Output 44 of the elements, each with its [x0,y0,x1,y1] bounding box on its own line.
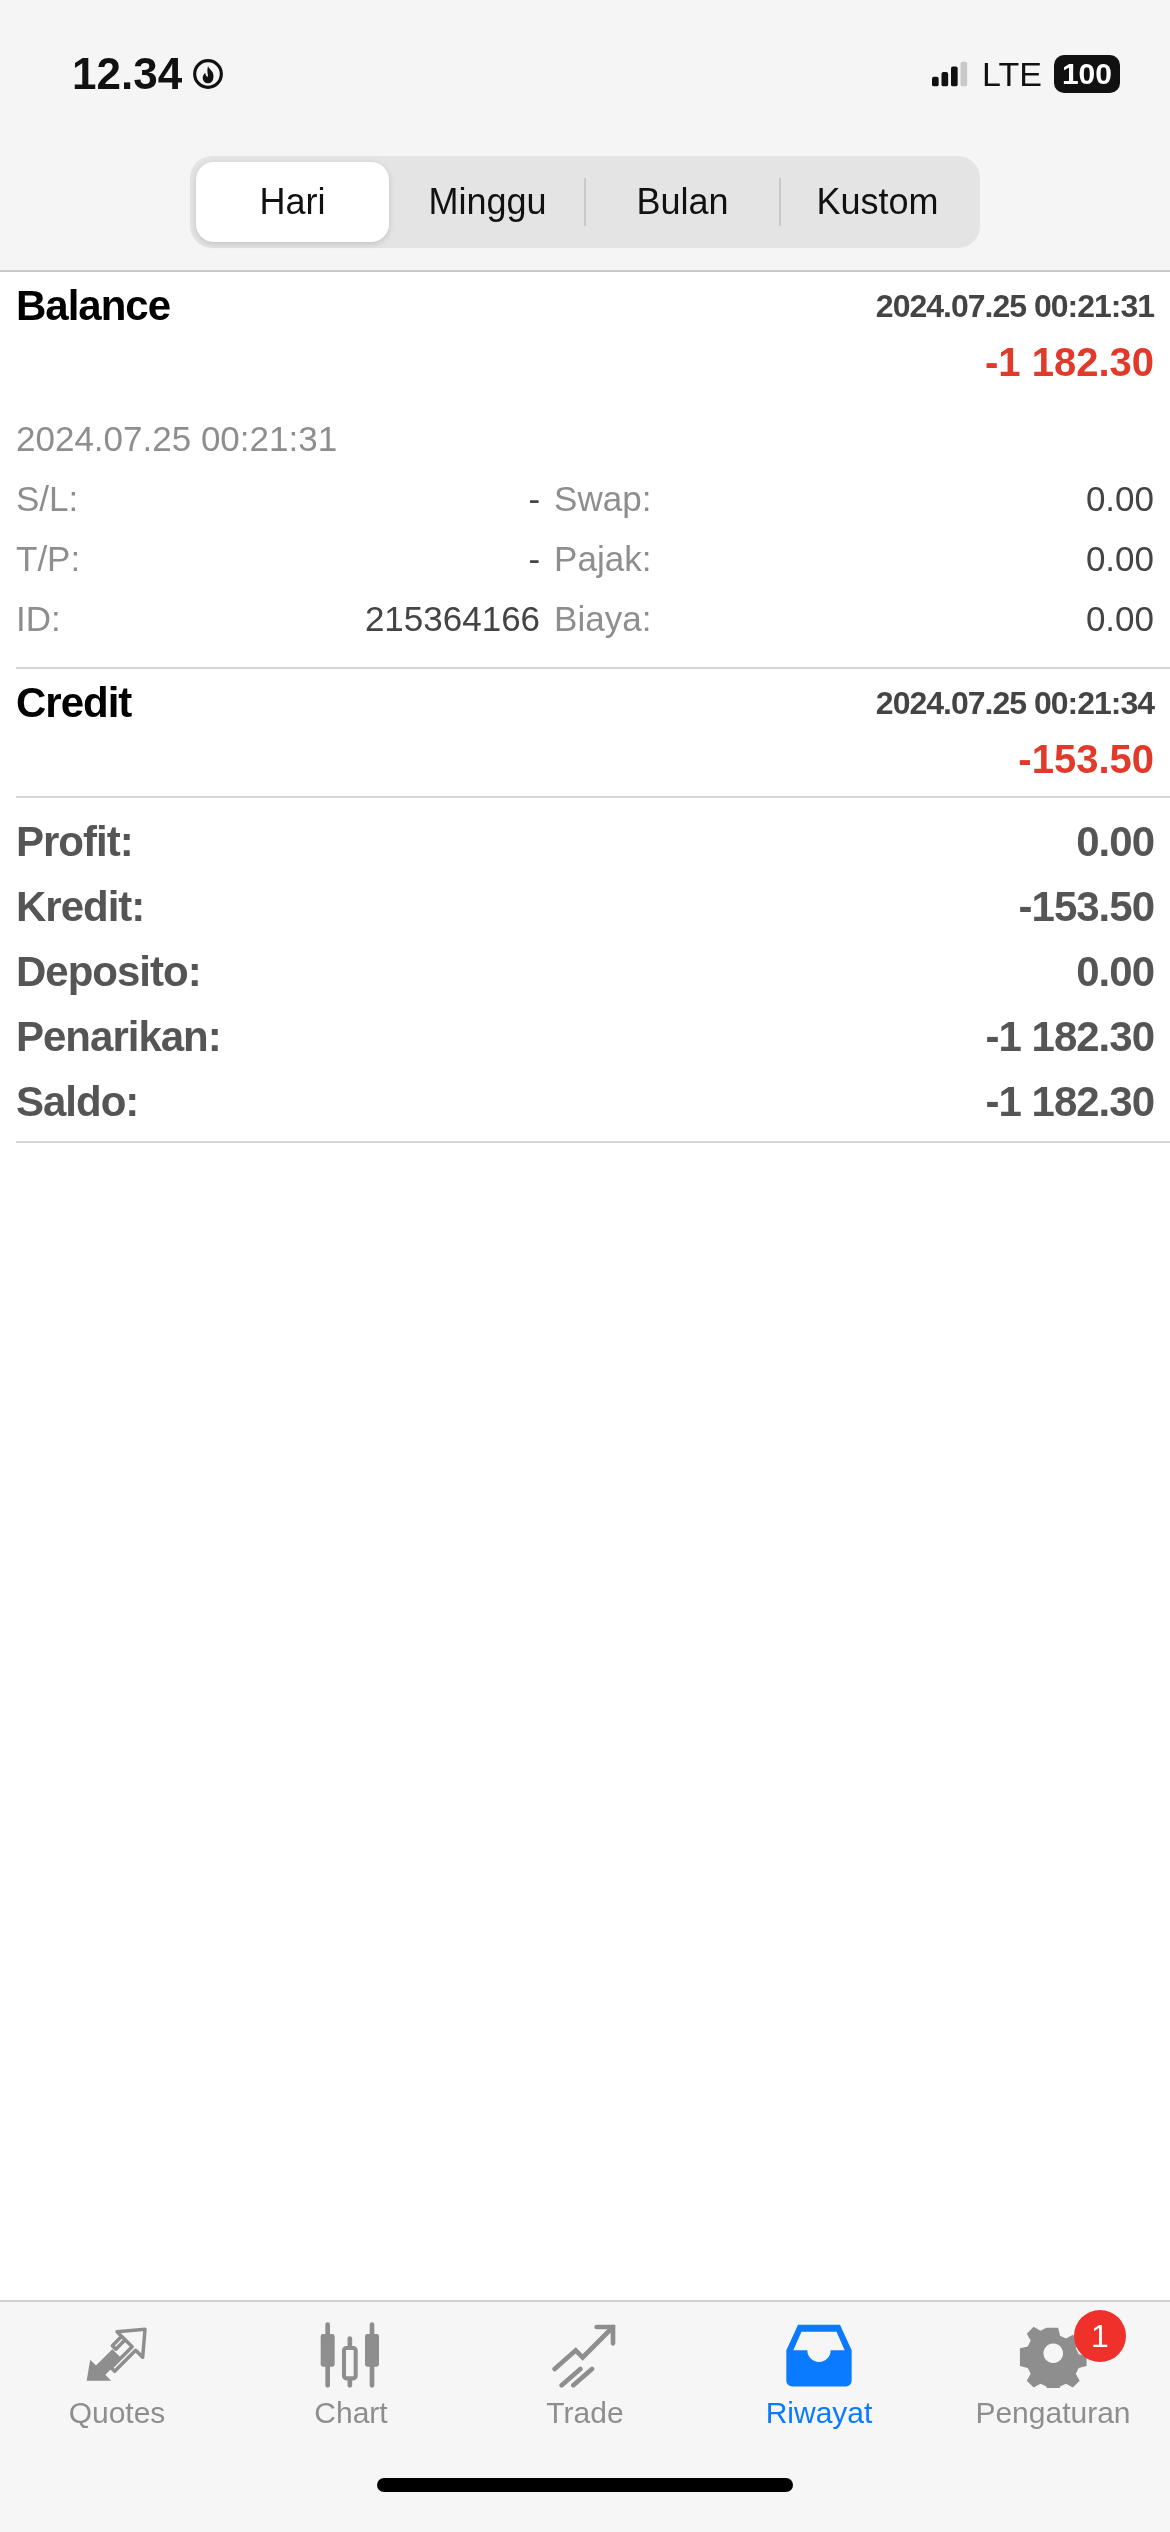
summary-label: Profit: [16,817,133,867]
battery-indicator: 100 [1053,55,1120,93]
summary-value: -1 182.30 [985,1077,1154,1127]
open-time: 2024.07.25 00:21:31 [16,418,339,460]
field-value: - [527,478,541,520]
field-label: Swap: [554,478,653,520]
deal-time: 2024.07.25 00:21:31 [875,287,1154,325]
flame-icon [192,58,225,90]
clock-time: 12.34 [72,49,183,99]
field-value: 215364166 [363,598,541,640]
tab-bar-item[interactable]: 1 Pengaturan [936,2304,1170,2432]
field-value: - [527,538,541,580]
summary-value: -153.50 [1018,882,1154,932]
field-label: Pajak: [554,538,653,580]
inbox-icon [784,2322,854,2388]
period-tab[interactable]: Minggu [391,162,584,242]
tab-bar-item[interactable]: Chart [234,2304,468,2432]
period-tab[interactable]: Kustom [781,162,974,242]
deal-type: Balance [16,282,171,330]
summary-label: Deposito: [16,947,201,997]
tab-bar-item[interactable]: Quotes [0,2304,234,2432]
field-value: 0.00 [1084,538,1154,580]
field-label: Biaya: [554,598,653,640]
field-label: T/P: [16,538,81,580]
network-label: LTE [982,54,1042,94]
summary-value: 0.00 [1076,947,1154,997]
deal-type: Credit [16,679,132,727]
tab-bar-item[interactable]: Trade [468,2304,702,2432]
summary-label: Saldo: [16,1077,139,1127]
summary-value: -1 182.30 [985,1012,1154,1062]
field-value: 0.00 [1084,598,1154,640]
deal-time: 2024.07.25 00:21:34 [875,684,1154,722]
summary-label: Penarikan: [16,1012,221,1062]
deal-amount: -153.50 [1017,736,1154,783]
summary-label: Kredit: [16,882,145,932]
period-tab[interactable]: Bulan [586,162,779,242]
notification-badge: 1 [1074,2310,1126,2362]
field-label: S/L: [16,478,80,520]
summary-value: 0.00 [1076,817,1154,867]
period-tab[interactable]: Hari [196,162,389,242]
field-value: 0.00 [1084,478,1154,520]
field-label: ID: [16,598,62,640]
tab-bar-item[interactable]: Riwayat [702,2304,936,2432]
deal-amount: -1 182.30 [983,339,1154,386]
